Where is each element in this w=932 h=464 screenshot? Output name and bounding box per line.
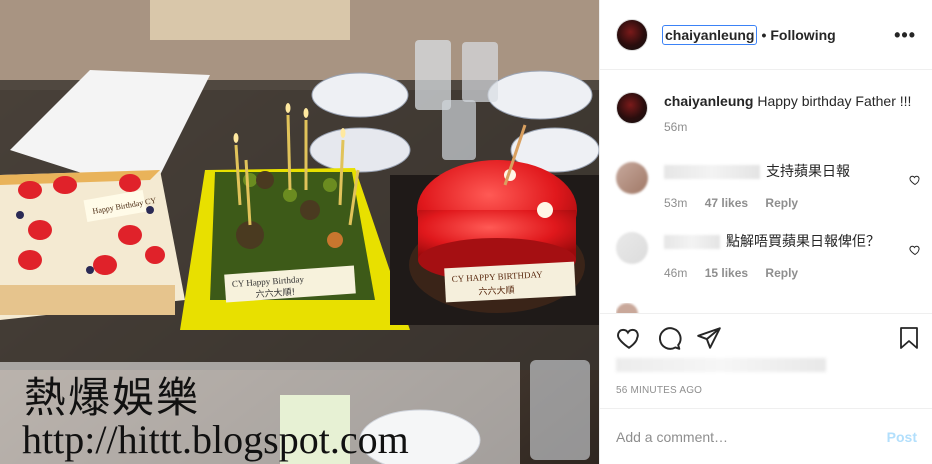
like-heart-icon[interactable] — [616, 325, 642, 351]
like-comment-heart-icon[interactable] — [909, 244, 921, 256]
comment-item: 支持蘋果日報 53m 47 likes Reply — [616, 162, 921, 212]
comment-bubble-icon[interactable] — [656, 325, 682, 351]
watermark-url: http://hittt.blogspot.com — [22, 417, 409, 462]
instagram-post: Happy Birthday CY CY Happy Birthday 六六大順… — [0, 0, 932, 464]
likes-count-blurred[interactable] — [616, 358, 826, 372]
post-photo[interactable]: Happy Birthday CY CY Happy Birthday 六六大順… — [0, 0, 599, 464]
commenter-avatar[interactable] — [616, 232, 648, 264]
like-comment-heart-icon[interactable] — [909, 174, 921, 186]
comment-likes[interactable]: 15 likes — [705, 266, 748, 280]
author-username[interactable]: chaiyanleung — [662, 24, 758, 45]
comment-age: 53m — [664, 196, 688, 210]
post-actions — [616, 325, 921, 351]
post-side-panel: chaiyanleung • Following ••• chaiyanleun… — [599, 0, 932, 464]
save-bookmark-icon[interactable] — [897, 325, 921, 351]
following-button[interactable]: Following — [770, 27, 835, 43]
post-caption: chaiyanleung Happy birthday Father !!! 5… — [616, 92, 921, 136]
commenter-username-blurred[interactable] — [664, 165, 760, 180]
caption-author-avatar[interactable] — [616, 92, 648, 124]
section-divider — [600, 313, 932, 314]
caption-age: 56m — [664, 120, 688, 134]
add-comment-bar: Add a comment… Post — [600, 408, 932, 464]
comment-text: 點解唔買蘋果日報俾佢？ — [726, 233, 880, 249]
caption-text: Happy birthday Father !!! — [757, 93, 912, 109]
reply-button[interactable]: Reply — [765, 266, 798, 280]
share-send-icon[interactable] — [696, 325, 722, 351]
post-header: chaiyanleung • Following ••• — [600, 0, 932, 70]
add-comment-input[interactable]: Add a comment… — [616, 429, 728, 445]
commenter-username-blurred[interactable] — [664, 235, 720, 250]
commenter-avatar[interactable] — [616, 162, 648, 194]
reply-button[interactable]: Reply — [765, 196, 798, 210]
comment-text: 支持蘋果日報 — [766, 163, 850, 179]
comment-age: 46m — [664, 266, 688, 280]
author-avatar[interactable] — [616, 18, 648, 51]
caption-username[interactable]: chaiyanleung — [664, 93, 753, 109]
header-separator: • — [761, 26, 767, 43]
comment-item: 點解唔買蘋果日報俾佢？ 46m 15 likes Reply — [616, 232, 921, 282]
more-options-icon[interactable]: ••• — [894, 25, 916, 46]
post-comment-button[interactable]: Post — [887, 429, 917, 445]
comment-likes[interactable]: 47 likes — [705, 196, 748, 210]
comment-item-partial — [616, 303, 921, 313]
post-timestamp: 56 MINUTES AGO — [616, 385, 703, 396]
